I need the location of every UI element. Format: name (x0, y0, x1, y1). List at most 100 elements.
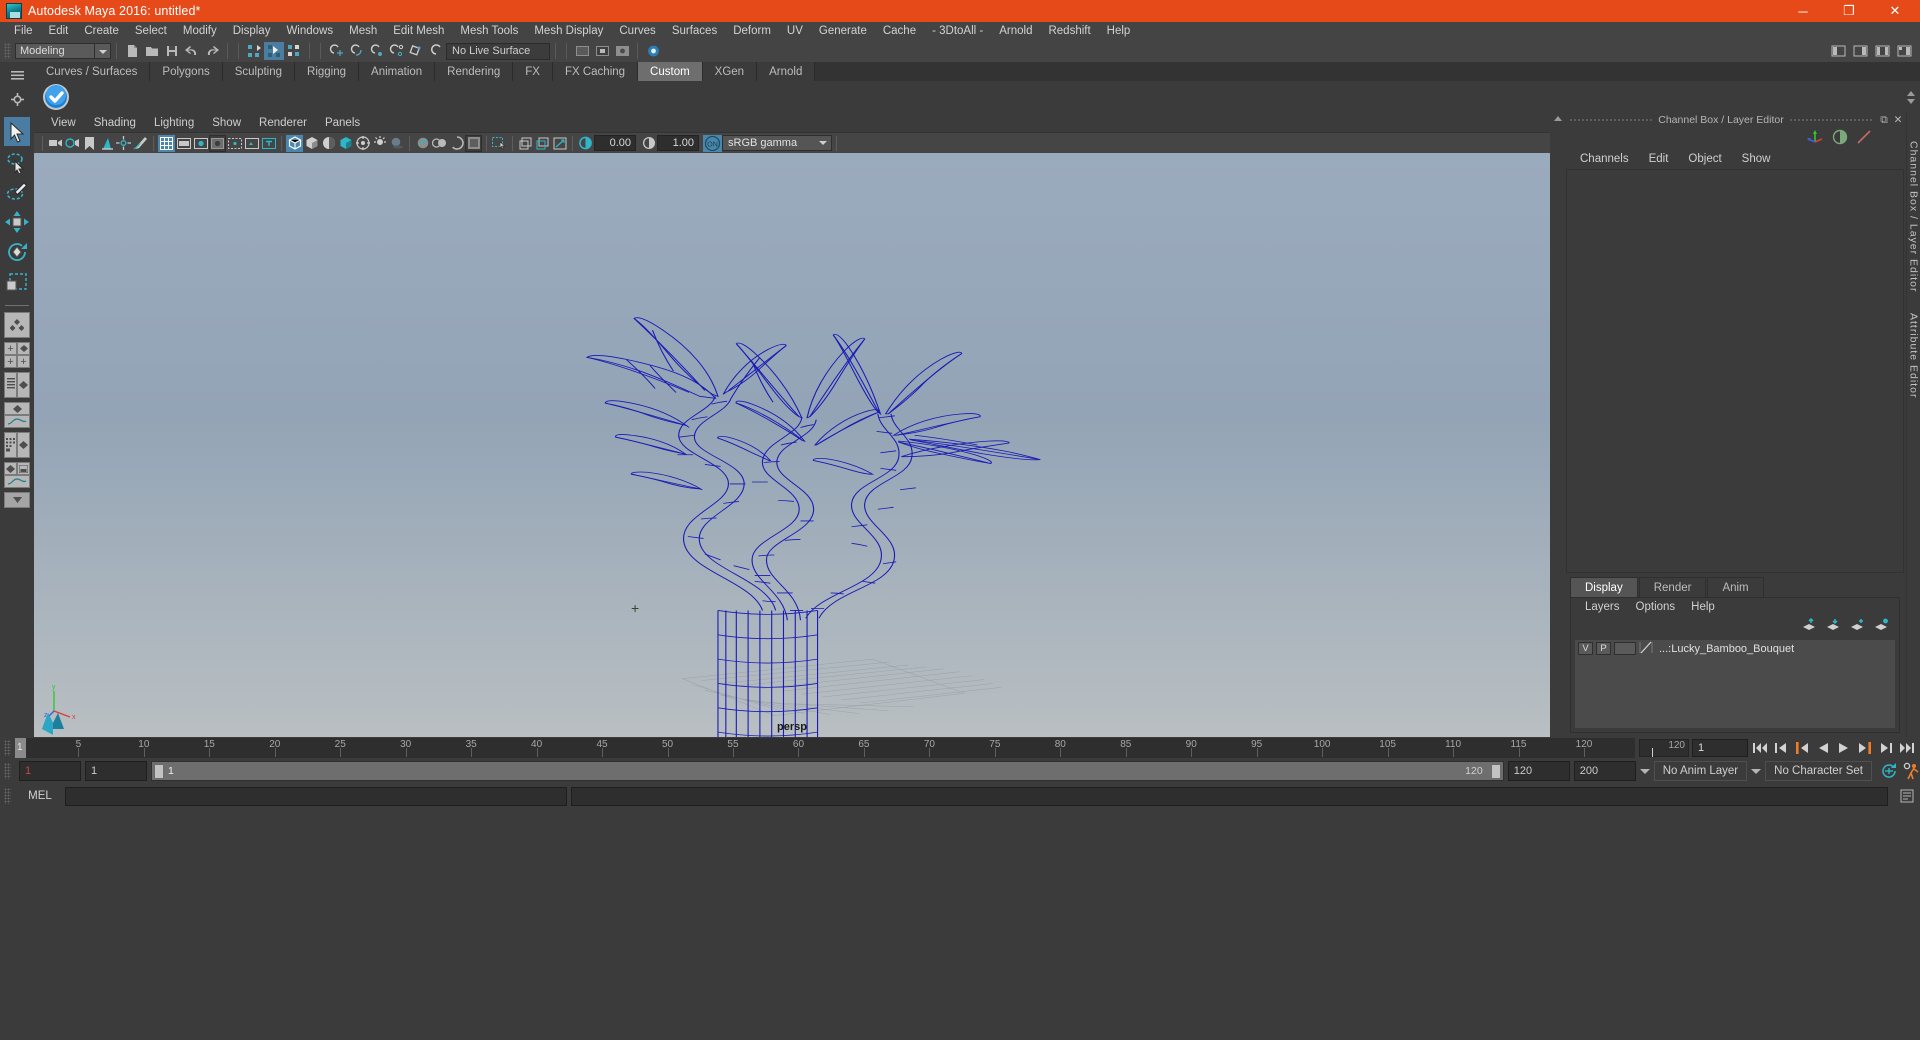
time-cursor[interactable]: 1 (15, 738, 26, 758)
step-forward-key-button[interactable] (1877, 739, 1895, 757)
3d-viewport[interactable]: + persp y x z (34, 153, 1550, 737)
menu-item-display[interactable]: Display (225, 22, 279, 40)
xray-icon[interactable] (491, 135, 508, 152)
menu-item-edit-mesh[interactable]: Edit Mesh (385, 22, 452, 40)
shelf-tab-arnold[interactable]: Arnold (757, 62, 816, 81)
layer-tab-anim[interactable]: Anim (1707, 577, 1764, 597)
redo-icon[interactable] (202, 42, 222, 60)
use-default-lighting-icon[interactable] (371, 135, 388, 152)
exposure-field[interactable]: 0.00 (594, 135, 636, 151)
make-live-icon[interactable] (426, 42, 446, 60)
layer-playback-toggle[interactable]: P (1596, 642, 1611, 655)
minimize-button[interactable]: ─ (1780, 0, 1826, 22)
viewport-menu-panels[interactable]: Panels (316, 117, 369, 129)
select-tool[interactable] (4, 117, 30, 146)
paint-select-tool[interactable] (4, 177, 30, 206)
tool-settings-icon[interactable] (1872, 42, 1892, 60)
anim-end-field[interactable]: 200 (1573, 761, 1636, 781)
color-management-field[interactable]: sRGB gamma (722, 135, 832, 151)
statusline-gripper[interactable] (4, 43, 11, 59)
viewport-menu-lighting[interactable]: Lighting (145, 117, 203, 129)
move-tool[interactable] (4, 207, 30, 236)
shelf-menu-icon[interactable] (9, 68, 25, 82)
gamma-icon[interactable] (640, 135, 657, 152)
film-gate-icon[interactable] (175, 135, 192, 152)
snap-view-plane-icon[interactable] (406, 42, 426, 60)
scroll-up-icon[interactable] (1554, 116, 1562, 121)
layer-name[interactable]: ...:Lucky_Bamboo_Bouquet (1659, 643, 1794, 655)
command-language-label[interactable]: MEL (19, 790, 61, 802)
go-to-start-button[interactable] (1751, 739, 1769, 757)
menu-item-3dtoall[interactable]: - 3DtoAll - (924, 22, 991, 40)
menu-item-mesh-display[interactable]: Mesh Display (526, 22, 611, 40)
exposure-icon[interactable] (577, 135, 594, 152)
channel-box-icon[interactable] (1894, 42, 1914, 60)
timeslider-gripper[interactable] (4, 740, 11, 756)
anim-layer-chevron-down-icon[interactable] (1639, 768, 1650, 774)
undo-icon[interactable] (182, 42, 202, 60)
camera-select-icon[interactable] (47, 135, 64, 152)
attribute-editor-icon[interactable] (1850, 42, 1870, 60)
shelf-scroll-down-icon[interactable] (1907, 98, 1915, 104)
wireframe-shading-icon[interactable] (286, 134, 303, 152)
viewport-menu-renderer[interactable]: Renderer (250, 117, 316, 129)
film-origin-icon[interactable] (226, 135, 243, 152)
snap-point-icon[interactable] (366, 42, 386, 60)
menu-item-modify[interactable]: Modify (175, 22, 225, 40)
ipr-render-icon[interactable] (592, 42, 612, 60)
range-start-handle[interactable] (154, 764, 164, 779)
shelf-tab-rigging[interactable]: Rigging (295, 62, 360, 81)
menu-item-surfaces[interactable]: Surfaces (664, 22, 725, 40)
shadows-icon[interactable] (388, 135, 405, 152)
go-to-end-button[interactable] (1898, 739, 1916, 757)
menu-item-generate[interactable]: Generate (811, 22, 875, 40)
camera-attributes-icon[interactable] (64, 135, 81, 152)
viewport-snapshot-icon[interactable] (551, 135, 568, 152)
list-item[interactable]: V P ...:Lucky_Bamboo_Bouquet (1575, 640, 1895, 657)
grease-pencil-icon[interactable] (132, 135, 149, 152)
menu-item-windows[interactable]: Windows (278, 22, 341, 40)
menu-item-mesh[interactable]: Mesh (341, 22, 385, 40)
character-set-selector[interactable]: No Character Set (1765, 761, 1872, 781)
anim-start-field[interactable]: 1 (19, 761, 81, 781)
shelf-tab-fx-caching[interactable]: FX Caching (552, 62, 639, 81)
lasso-select-tool[interactable] (4, 147, 30, 176)
menu-item-edit[interactable]: Edit (41, 22, 77, 40)
menu-set-chevron-down-icon[interactable] (95, 43, 111, 59)
current-frame-field[interactable]: 1 (1692, 739, 1748, 757)
persp-outliner-layout[interactable] (4, 372, 30, 398)
shelf-tab-custom[interactable]: Custom (638, 62, 703, 81)
slash-line-icon[interactable] (1856, 129, 1872, 148)
menu-item-mesh-tools[interactable]: Mesh Tools (452, 22, 526, 40)
menu-item-redshift[interactable]: Redshift (1040, 22, 1098, 40)
step-back-key-button[interactable] (1772, 739, 1790, 757)
tab-attribute-editor[interactable]: Attribute Editor (1908, 313, 1920, 398)
ambient-occlusion-icon[interactable] (414, 135, 431, 152)
range-end-field[interactable]: 120 (1507, 761, 1570, 781)
shelf-options-gear-icon[interactable] (9, 92, 25, 106)
isolate-select-icon[interactable] (465, 134, 482, 152)
motion-blur-icon[interactable] (431, 135, 448, 152)
menu-set-selector[interactable]: Modeling (15, 43, 95, 59)
shelf-tab-polygons[interactable]: Polygons (150, 62, 223, 81)
save-scene-icon[interactable] (162, 42, 182, 60)
safe-title-icon[interactable] (260, 135, 277, 152)
chevron-down-icon[interactable] (819, 141, 827, 145)
live-surface-field[interactable]: No Live Surface (446, 42, 550, 60)
two-d-pan-zoom-icon[interactable] (115, 135, 132, 152)
shelf-tab-fx[interactable]: FX (513, 62, 553, 81)
menu-item-file[interactable]: File (6, 22, 41, 40)
maximize-button[interactable]: ❐ (1826, 0, 1872, 22)
select-object-icon[interactable] (264, 42, 284, 60)
show-hide-editors-icon[interactable] (1828, 42, 1848, 60)
move-layer-down-icon[interactable] (1826, 618, 1841, 634)
rangeslider-gripper[interactable] (4, 763, 11, 779)
character-set-chevron-down-icon[interactable] (1751, 768, 1762, 774)
select-component-icon[interactable] (284, 42, 304, 60)
single-perspective-layout[interactable] (4, 312, 30, 338)
step-back-frame-button[interactable] (1793, 739, 1811, 757)
channel-box-menu-edit[interactable]: Edit (1639, 153, 1679, 165)
undock-panel-button[interactable]: ⧉ (1878, 114, 1890, 126)
safe-action-icon[interactable] (243, 135, 260, 152)
time-slider-track[interactable]: 1 5 10 15 20 25 30 35 40 45 50 55 60 65 70 75 80 85 90 95 1… (15, 738, 1635, 758)
